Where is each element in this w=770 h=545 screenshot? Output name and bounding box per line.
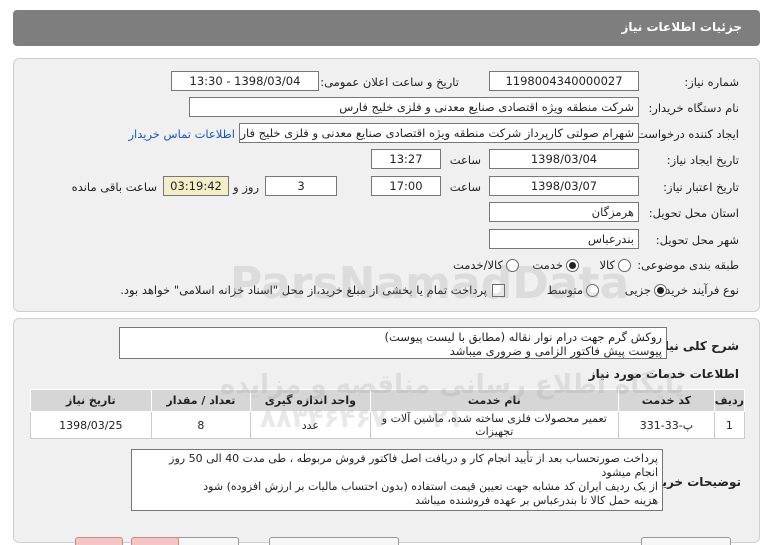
- remaining-days-field: 3: [265, 176, 337, 196]
- day-and-label: روز و: [233, 180, 259, 194]
- buyer-contact-link[interactable]: اطلاعات تماس خریدار: [128, 127, 235, 141]
- watermark-brand: ParsNamadData: [230, 258, 630, 309]
- page-header: جزئیات اطلاعات نیاز: [13, 10, 760, 46]
- remaining-time-field: 03:19:42: [163, 176, 229, 196]
- action-button-2[interactable]: [641, 537, 731, 545]
- remaining-label: ساعت باقی مانده: [71, 180, 157, 194]
- create-date-label: تاریخ ایجاد نیاز:: [666, 153, 739, 167]
- announce-label: تاریخ و ساعت اعلان عمومی:: [320, 75, 459, 89]
- notes-line-2: انجام میشود: [601, 466, 658, 479]
- requester-label: ایجاد کننده درخواست:: [633, 127, 739, 141]
- cell-service-code: پ-33-331: [618, 411, 715, 439]
- need-number-label: شماره نیاز:: [684, 75, 739, 89]
- cell-row-number: 1: [713, 411, 746, 439]
- notes-box: پرداخت صورتحساب بعد از تأیید انجام کار و…: [131, 449, 663, 511]
- valid-time-field: 17:00: [371, 176, 441, 196]
- process-radio-minor[interactable]: [654, 284, 667, 297]
- summary-line-1: روکش گرم جهت درام نوار نقاله (مطابق با ل…: [384, 330, 663, 344]
- province-field: هرمزگان: [489, 202, 639, 222]
- watermark-line-2: ۰۲۱ - ۸۸۳۴۶۴۶۷: [260, 404, 464, 434]
- notes-line-3: از یک ردیف ایران کد مشابه جهت تعیین قیمت…: [203, 480, 658, 493]
- province-label: استان محل تحویل:: [648, 206, 739, 220]
- buyer-org-field: شرکت منطقه ویژه اقتصادی صنایع معدنی و فل…: [189, 97, 639, 117]
- category-label: طبقه بندی موضوعی:: [637, 258, 739, 272]
- valid-date-label: تاریخ اعتبار نیاز:: [663, 180, 739, 194]
- page-title: جزئیات اطلاعات نیاز: [621, 20, 742, 34]
- need-number-field: 1198004340000027: [489, 71, 639, 91]
- summary-line-2: پیوست پیش فاکتور الزامی و ضروری میباشد: [449, 344, 662, 358]
- watermark-line-1: پایگاه اطلاع رسانی مناقصه و مزایده: [220, 370, 685, 400]
- action-button-3[interactable]: [269, 537, 399, 545]
- action-button-4[interactable]: [131, 537, 179, 545]
- header-row-number: ردیف: [713, 389, 746, 412]
- valid-time-label: ساعت: [449, 180, 481, 194]
- notes-line-1: پرداخت صورتحساب بعد از تأیید انجام کار و…: [169, 452, 658, 465]
- cell-quantity: 8: [150, 411, 252, 439]
- buyer-org-label: نام دستگاه خریدار:: [648, 101, 739, 115]
- header-need-date: تاریخ نیاز: [30, 389, 152, 412]
- create-time-label: ساعت: [449, 153, 481, 167]
- create-time-field: 13:27: [371, 149, 441, 169]
- process-label: نوع فرآیند خرید :: [657, 283, 739, 297]
- action-button-5[interactable]: [75, 537, 123, 545]
- valid-date-field: 1398/03/07: [489, 176, 639, 196]
- announce-field: 1398/03/04 - 13:30: [171, 71, 319, 91]
- city-field: بندرعباس: [489, 229, 639, 249]
- cell-need-date: 1398/03/25: [30, 411, 152, 439]
- requester-field: شهرام صولتی کارپرداز شرکت منطقه ویژه اقت…: [239, 123, 639, 143]
- notes-line-4: هزینه حمل کالا تا بندرعباس بر عهده فروشن…: [415, 494, 658, 507]
- create-date-field: 1398/03/04: [489, 149, 639, 169]
- summary-box: روکش گرم جهت درام نوار نقاله (مطابق با ل…: [119, 327, 667, 359]
- city-label: شهر محل تحویل:: [655, 233, 739, 247]
